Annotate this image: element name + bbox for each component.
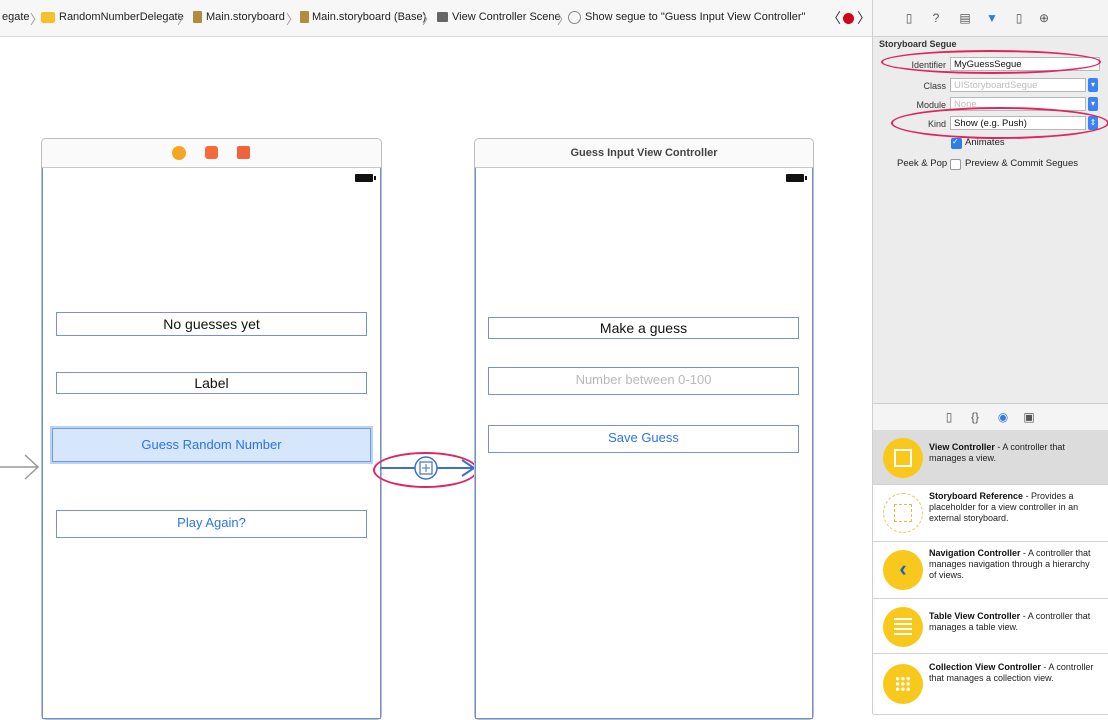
battery-icon [355,174,376,182]
module-dropdown-icon[interactable]: ▾ [1088,97,1098,111]
object-library-icon[interactable]: ◉ [997,411,1009,423]
kind-highlight-callout [891,107,1108,139]
guess-random-number-button[interactable]: Guess Random Number [52,428,371,462]
media-library-icon[interactable]: ▣ [1023,411,1035,423]
first-responder-icon[interactable] [205,146,218,159]
peek-pop-option: Preview & Commit Segues [965,158,1078,169]
scene-title: Guess Input View Controller [570,147,718,159]
class-label: Class [923,81,946,91]
class-field[interactable]: UIStoryboardSegue [950,78,1086,92]
make-a-guess-label[interactable]: Make a guess [488,317,799,339]
segue-highlight-callout [373,452,478,488]
inspector-toolbar: ▯ ? ▤ ▼ ▯ ⊕ [873,0,1108,37]
section-title: Storyboard Segue [879,39,957,49]
storyboard-canvas[interactable]: No guesses yet Label Guess Random Number… [0,37,872,720]
library-item-title: Navigation Controller [929,548,1021,558]
breadcrumb-separator: 〉 [286,12,300,27]
module-label: Module [916,100,946,110]
collection-view-controller-icon [883,664,923,704]
breadcrumb-item-scene[interactable]: View Controller Scene [452,11,561,23]
guess-number-textfield[interactable]: Number between 0-100 [488,367,799,395]
library-item-table-view-controller[interactable]: Table View Controller - A controller tha… [873,599,1108,654]
battery-icon [786,174,807,182]
connections-inspector-icon[interactable]: ⊕ [1038,12,1050,24]
breadcrumb-separator: 〉 [422,12,436,27]
breadcrumb-item-storyboard[interactable]: Main.storyboard [206,11,285,23]
identity-inspector-icon[interactable]: ▤ [959,12,971,24]
file-template-library-icon[interactable]: ▯ [943,411,955,423]
code-snippet-library-icon[interactable]: {} [969,411,981,423]
identifier-highlight-callout [881,50,1101,74]
view-controller-scene-icon [437,12,448,22]
storyboard-icon [300,11,309,23]
scene-title-bar: Guess Input View Controller [475,139,813,168]
library-item-title: Table View Controller [929,611,1021,621]
navigation-controller-icon: ‹ [883,550,923,590]
breadcrumb-item-project[interactable]: RandomNumberDelegate [59,11,184,23]
library-item-title: Collection View Controller [929,662,1041,672]
save-guess-button[interactable]: Save Guess [488,425,799,453]
storyboard-reference-icon [883,493,923,533]
initial-view-controller-arrow[interactable] [0,452,42,482]
breadcrumb-separator: 〉 [177,12,191,27]
library-item-collection-view-controller[interactable]: Collection View Controller - A controlle… [873,654,1108,715]
table-view-controller-icon [883,607,923,647]
nav-forward-icon[interactable]: 〉 [857,8,871,28]
status-label[interactable]: No guesses yet [56,312,367,336]
breadcrumb-item-egate[interactable]: egate [2,11,30,23]
peek-pop-checkbox[interactable] [950,159,961,170]
class-dropdown-icon[interactable]: ▾ [1088,78,1098,92]
library-item-storyboard-reference[interactable]: Storyboard Reference - Provides a placeh… [873,485,1108,542]
scene-dock [42,139,381,168]
segue-icon [568,11,581,24]
breadcrumb-item-segue[interactable]: Show segue to "Guess Input View Controll… [585,11,805,23]
quick-help-icon[interactable]: ? [930,12,942,24]
jump-bar: egate 〉 RandomNumberDelegate 〉 Main.stor… [0,0,872,37]
error-icon[interactable] [843,13,854,24]
nav-back-icon[interactable]: 〈 [827,8,841,28]
file-inspector-icon[interactable]: ▯ [903,12,915,24]
library-item-title: Storyboard Reference [929,491,1024,501]
exit-icon[interactable] [237,146,250,159]
storyboard-icon [193,11,202,23]
attributes-inspector-icon[interactable]: ▼ [986,12,998,24]
breadcrumb-item-storyboard-base[interactable]: Main.storyboard (Base) [312,11,426,23]
library-item-navigation-controller[interactable]: ‹ Navigation Controller - A controller t… [873,542,1108,599]
animates-checkbox[interactable] [951,137,962,149]
value-label[interactable]: Label [56,372,367,394]
peek-pop-label: Peek & Pop [897,158,948,169]
attributes-inspector: ▯ ? ▤ ▼ ▯ ⊕ Storyboard Segue Identifier … [872,0,1108,715]
library-item-view-controller[interactable]: View Controller - A controller that mana… [873,430,1108,485]
folder-icon [41,12,55,23]
play-again-button[interactable]: Play Again? [56,510,367,538]
view-controller-icon [883,438,923,478]
size-inspector-icon[interactable]: ▯ [1013,12,1025,24]
library-item-title: View Controller [929,442,995,452]
view-controller-icon[interactable] [172,146,186,160]
library-toolbar: ▯ {} ◉ ▣ [873,403,1108,431]
